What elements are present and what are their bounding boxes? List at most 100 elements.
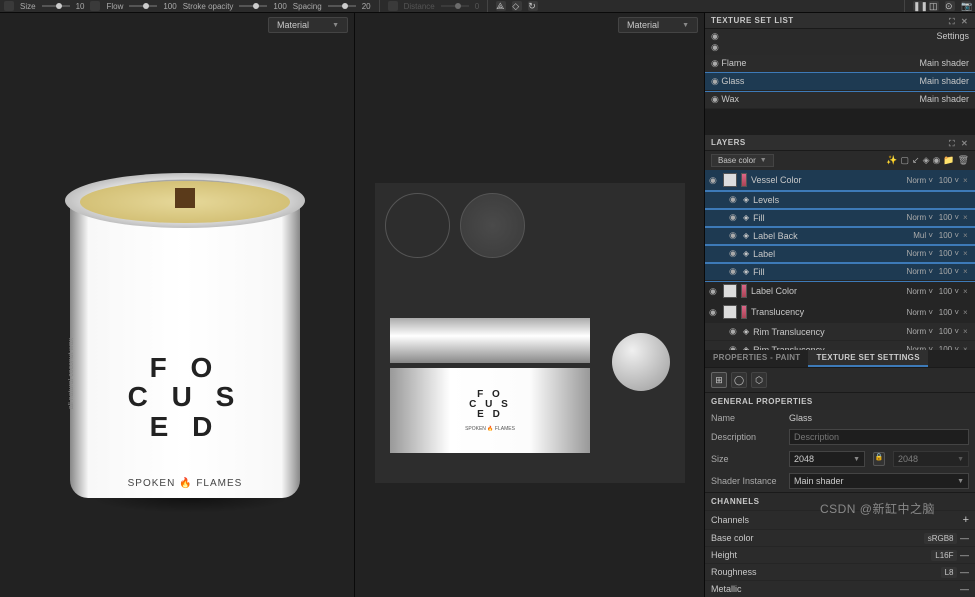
delete-icon[interactable]: 🗑 (958, 155, 969, 166)
channel-row[interactable]: Base colorsRGB8 — (705, 529, 975, 546)
remove-icon[interactable]: — (960, 533, 969, 543)
blend-mode[interactable]: Norm ˅ (905, 213, 933, 222)
texture-set-item[interactable]: ◉ FlameMain shader (705, 55, 975, 73)
pause-icon[interactable]: ❚❚ (913, 1, 923, 11)
symmetry2-icon[interactable]: ◇ (512, 1, 522, 11)
effect-icon[interactable]: ✨ (886, 155, 897, 166)
flow-slider[interactable] (129, 5, 157, 7)
remove-icon[interactable]: × (963, 176, 971, 185)
opacity[interactable]: 100 ˅ (937, 308, 959, 317)
close-icon[interactable]: ✕ (961, 139, 969, 147)
channel-dropdown[interactable]: Base color▼ (711, 154, 774, 167)
mode-sphere-button[interactable]: ◯ (731, 372, 747, 388)
channel-format[interactable]: sRGB8 (924, 533, 958, 544)
flow-icon[interactable] (90, 1, 100, 11)
channel-row[interactable]: HeightL16F — (705, 546, 975, 563)
add-fill-icon[interactable]: ◈ (923, 155, 930, 166)
add-channel-button[interactable]: + (963, 514, 969, 526)
mode-uv-button[interactable]: ⊞ (711, 372, 727, 388)
remove-icon[interactable]: — (960, 550, 969, 560)
folder-icon[interactable]: 📁 (943, 155, 954, 166)
size-dropdown-w[interactable]: 2048▼ (789, 451, 865, 467)
eye-icon[interactable]: ◉ (711, 76, 719, 86)
blend-mode[interactable]: Norm ˅ (905, 176, 933, 185)
material-dropdown[interactable]: Material ▼ (268, 17, 348, 33)
eye-icon[interactable]: ◉ (729, 230, 739, 241)
effect-icon[interactable]: ◈ (743, 267, 749, 276)
tab-texture-set-settings[interactable]: TEXTURE SET SETTINGS (808, 350, 927, 367)
remove-icon[interactable]: — (960, 567, 969, 577)
settings-link[interactable]: Settings (936, 31, 969, 53)
eye-icon[interactable]: ◉ (711, 94, 719, 104)
mask-icon[interactable]: ▢ (901, 155, 910, 166)
spacing-slider[interactable] (328, 5, 356, 7)
layer-row[interactable]: ◉◈FillNorm ˅100 ˅× (705, 209, 975, 227)
remove-icon[interactable]: × (963, 213, 971, 222)
remove-icon[interactable]: × (963, 249, 971, 258)
layer-row[interactable]: ◉◈Label BackMul ˅100 ˅× (705, 227, 975, 245)
size-dropdown-h[interactable]: 2048▼ (893, 451, 969, 467)
align-icon[interactable]: ↻ (528, 1, 538, 11)
blend-mode[interactable]: Norm ˅ (905, 327, 933, 336)
stamp-icon[interactable] (388, 1, 398, 11)
texture-set-item[interactable]: ◉ GlassMain shader (705, 73, 975, 91)
desc-input[interactable] (789, 429, 969, 445)
remove-icon[interactable]: × (963, 327, 971, 336)
remove-icon[interactable]: — (960, 584, 969, 594)
close-icon[interactable]: ✕ (961, 17, 969, 25)
layer-row[interactable]: ◉◈Rim TranslucencyNorm ˅100 ˅× (705, 323, 975, 341)
eye-icon[interactable]: ◉ (711, 58, 719, 68)
compare-icon[interactable]: ↙ (912, 155, 920, 166)
remove-icon[interactable]: × (963, 267, 971, 276)
layer-row[interactable]: ◉◈FillNorm ˅100 ˅× (705, 263, 975, 281)
lock-icon[interactable]: 🔒 (873, 452, 885, 466)
eye-icon[interactable]: ◉ (709, 175, 719, 186)
undock-icon[interactable]: ⛶ (949, 139, 957, 147)
opacity[interactable]: 100 ˅ (937, 267, 959, 276)
eye-icon[interactable]: ◉ (729, 266, 739, 277)
remove-icon[interactable]: × (963, 308, 971, 317)
visibility-all-icon[interactable]: ◉ ◉ (711, 31, 721, 53)
blend-mode[interactable]: Norm ˅ (905, 249, 933, 258)
channel-row[interactable]: Metallic— (705, 580, 975, 597)
blend-mode[interactable]: Norm ˅ (905, 267, 933, 276)
stroke-slider[interactable] (239, 5, 267, 7)
viewport-2d[interactable]: Material ▼ F O C U S E D SPOKEN 🔥 FLAMES (355, 13, 705, 597)
iray-icon[interactable]: ⊙ (945, 1, 955, 11)
eye-icon[interactable]: ◉ (709, 307, 719, 318)
effect-icon[interactable]: ◈ (743, 249, 749, 258)
opacity[interactable]: 100 ˅ (937, 327, 959, 336)
opacity[interactable]: 100 ˅ (937, 231, 959, 240)
mode-cube-button[interactable]: ⬡ (751, 372, 767, 388)
eye-icon[interactable]: ◉ (729, 212, 739, 223)
blend-mode[interactable]: Mul ˅ (905, 231, 933, 240)
layer-row[interactable]: ◉◈Rim TranslucencyNorm ˅100 ˅× (705, 341, 975, 350)
effect-icon[interactable]: ◈ (743, 213, 749, 222)
channel-row[interactable]: RoughnessL8 — (705, 563, 975, 580)
tab-properties[interactable]: PROPERTIES - PAINT (705, 350, 808, 367)
opacity[interactable]: 100 ˅ (937, 287, 959, 296)
layer-row[interactable]: ◉TranslucencyNorm ˅100 ˅× (705, 302, 975, 323)
layer-row[interactable]: ◉◈LabelNorm ˅100 ˅× (705, 245, 975, 263)
channel-format[interactable]: L16F (931, 550, 957, 561)
eye-icon[interactable]: ◉ (709, 286, 719, 297)
eye-icon[interactable]: ◉ (729, 194, 739, 205)
remove-icon[interactable]: × (963, 287, 971, 296)
viewport-3d[interactable]: Material ▼ all natural coconut wax F O C… (0, 13, 355, 597)
undock-icon[interactable]: ⛶ (949, 17, 957, 25)
brush-icon[interactable] (4, 1, 14, 11)
opacity[interactable]: 100 ˅ (937, 249, 959, 258)
blend-mode[interactable]: Norm ˅ (905, 308, 933, 317)
channel-format[interactable]: L8 (941, 567, 958, 578)
symmetry-icon[interactable]: ⟁ (496, 1, 506, 11)
blend-mode[interactable]: Norm ˅ (905, 287, 933, 296)
layer-row[interactable]: ◉Vessel ColorNorm ˅100 ˅× (705, 170, 975, 191)
material-dropdown-2d[interactable]: Material ▼ (618, 17, 698, 33)
opacity[interactable]: 100 ˅ (937, 213, 959, 222)
opacity[interactable]: 100 ˅ (937, 176, 959, 185)
add-layer-icon[interactable]: ◉ (932, 155, 940, 166)
camera-icon[interactable]: 📷 (961, 1, 971, 11)
effect-icon[interactable]: ◈ (743, 195, 749, 204)
effect-icon[interactable]: ◈ (743, 327, 749, 336)
mode-icon[interactable]: ◫ (929, 1, 939, 11)
